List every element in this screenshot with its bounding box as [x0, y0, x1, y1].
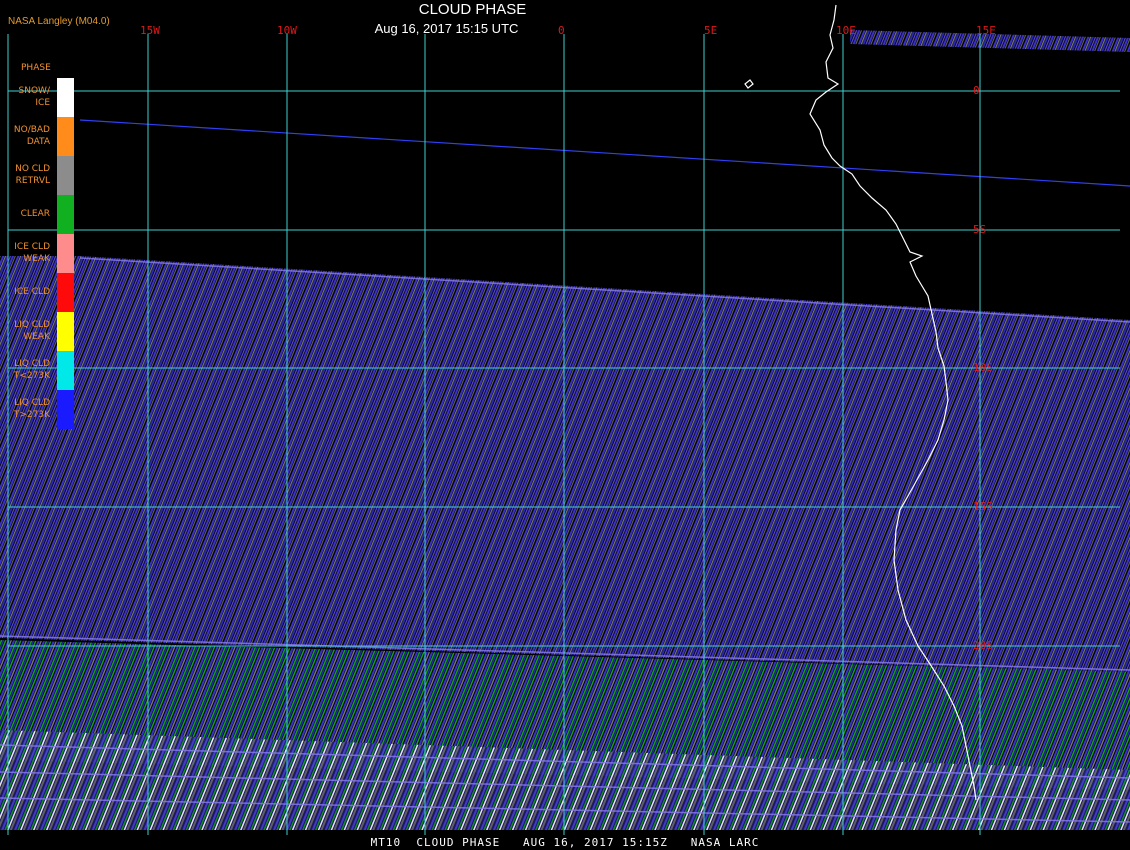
lat-label-15s: 15S — [973, 500, 993, 513]
lat-label-10s: 10S — [973, 361, 993, 374]
legend-item: LIQ CLD T<273K — [0, 351, 80, 390]
legend-item-swatch — [57, 78, 74, 117]
legend-item-swatch — [57, 273, 74, 312]
legend-item: LIQ CLD WEAK — [0, 312, 80, 351]
lat-label-5s: 5S — [973, 223, 987, 236]
legend-title: PHASE — [21, 63, 51, 73]
legend-item: SNOW/ ICE — [0, 78, 80, 117]
legend-item-swatch — [57, 156, 74, 195]
legend-item: ICE CLD — [0, 273, 80, 312]
island — [744, 79, 754, 89]
lon-label-5e: 5E — [704, 24, 718, 37]
phase-legend: PHASE SNOW/ ICE NO/BAD DATA NO CLD RETRVL C… — [0, 60, 80, 440]
legend-item-label: SNOW/ ICE — [18, 86, 50, 108]
map-subtitle: Aug 16, 2017 15:15 UTC — [374, 21, 519, 36]
legend-item-label: NO CLD RETRVL — [15, 164, 50, 186]
legend-item-swatch — [57, 351, 74, 390]
legend-item: CLEAR — [0, 195, 80, 234]
track-line — [79, 119, 1130, 187]
legend-item-swatch — [57, 117, 74, 156]
legend-item-label: CLEAR — [20, 209, 50, 219]
lat-label-20s: 20S — [973, 639, 993, 652]
legend-item-swatch — [57, 234, 74, 273]
legend-item: LIQ CLD T>273K — [0, 390, 80, 429]
legend-item-swatch — [57, 195, 74, 234]
map-title: CLOUD PHASE — [418, 1, 527, 18]
legend-item-swatch — [57, 390, 74, 429]
lon-label-10w: 10W — [277, 24, 297, 37]
legend-item-label: ICE CLD — [14, 287, 50, 297]
legend-item: ICE CLD WEAK — [0, 234, 80, 273]
lon-label-15e: 15E — [976, 24, 996, 37]
legend-item-label: LIQ CLD T<273K — [13, 359, 50, 381]
legend-item-label: ICE CLD WEAK — [14, 242, 50, 264]
lon-label-10e: 10E — [836, 24, 856, 37]
lat-label-0: 0 — [973, 84, 980, 97]
lon-label-15w: 15W — [140, 24, 160, 37]
legend-item-label: LIQ CLD WEAK — [14, 320, 50, 342]
lon-label-0: 0 — [558, 24, 565, 37]
legend-item-label: LIQ CLD T>273K — [13, 398, 50, 420]
footer-caption: MT10 CLOUD PHASE AUG 16, 2017 15:15Z NAS… — [370, 836, 760, 849]
legend-item-swatch — [57, 312, 74, 351]
map-canvas — [0, 4, 1130, 835]
swath-main — [0, 256, 1130, 672]
legend-item: NO CLD RETRVL — [0, 156, 80, 195]
legend-item-label: NO/BAD DATA — [13, 125, 50, 147]
legend-item: NO/BAD DATA — [0, 117, 80, 156]
